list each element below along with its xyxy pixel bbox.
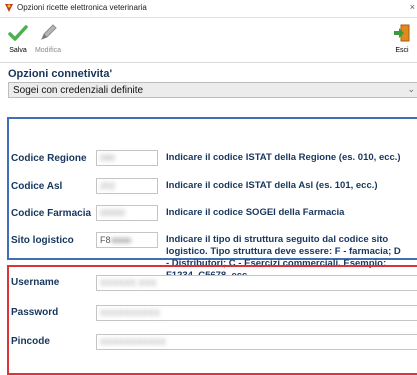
- connectivity-select[interactable]: Sogei con credenziali definite ⌄: [8, 82, 417, 98]
- exit-door-icon: [394, 24, 410, 42]
- password-label: Password: [11, 307, 59, 318]
- codice-farmacia-hint: Indicare il codice SOGEI della Farmacia: [166, 207, 345, 218]
- codice-asl-label: Codice Asl: [11, 181, 63, 192]
- password-input[interactable]: XXXXXXXXXX: [96, 305, 417, 321]
- edit-label: Modifica: [34, 47, 62, 54]
- exit-label: Esci: [395, 47, 409, 54]
- codice-farmacia-input[interactable]: 00000: [96, 205, 158, 221]
- pincode-label: Pincode: [11, 336, 50, 347]
- toolbar: Salva Modifica Esci: [0, 18, 417, 63]
- app-icon: [5, 4, 13, 12]
- codice-regione-label: Codice Regione: [11, 153, 87, 164]
- pencil-icon: [41, 24, 57, 40]
- exit-button[interactable]: Esci: [388, 21, 416, 61]
- title-bar: Opzioni ricette elettronica veterinaria …: [0, 0, 417, 18]
- close-icon[interactable]: ×: [410, 2, 415, 12]
- pincode-input[interactable]: XXXXXXXXXXX: [96, 334, 417, 350]
- codice-farmacia-label: Codice Farmacia: [11, 208, 92, 219]
- edit-button[interactable]: Modifica: [30, 21, 66, 61]
- connectivity-selected-value: Sogei con credenziali definite: [13, 85, 144, 96]
- username-label: Username: [11, 277, 60, 288]
- sito-logistico-label: Sito logistico: [11, 235, 74, 246]
- sito-logistico-input[interactable]: F8: [96, 232, 158, 248]
- codice-regione-hint: Indicare il codice ISTAT della Regione (…: [166, 152, 401, 163]
- codice-asl-input[interactable]: 202: [96, 178, 158, 194]
- connectivity-title: Opzioni connetivita': [8, 68, 113, 80]
- username-input[interactable]: XXXXXX XXX: [96, 275, 417, 291]
- codice-asl-hint: Indicare il codice ISTAT della Asl (es. …: [166, 180, 378, 191]
- codice-regione-input[interactable]: 090: [96, 150, 158, 166]
- chevron-down-icon: ⌄: [407, 84, 415, 94]
- checkmark-icon: [8, 25, 28, 41]
- window-title: Opzioni ricette elettronica veterinaria: [17, 3, 147, 12]
